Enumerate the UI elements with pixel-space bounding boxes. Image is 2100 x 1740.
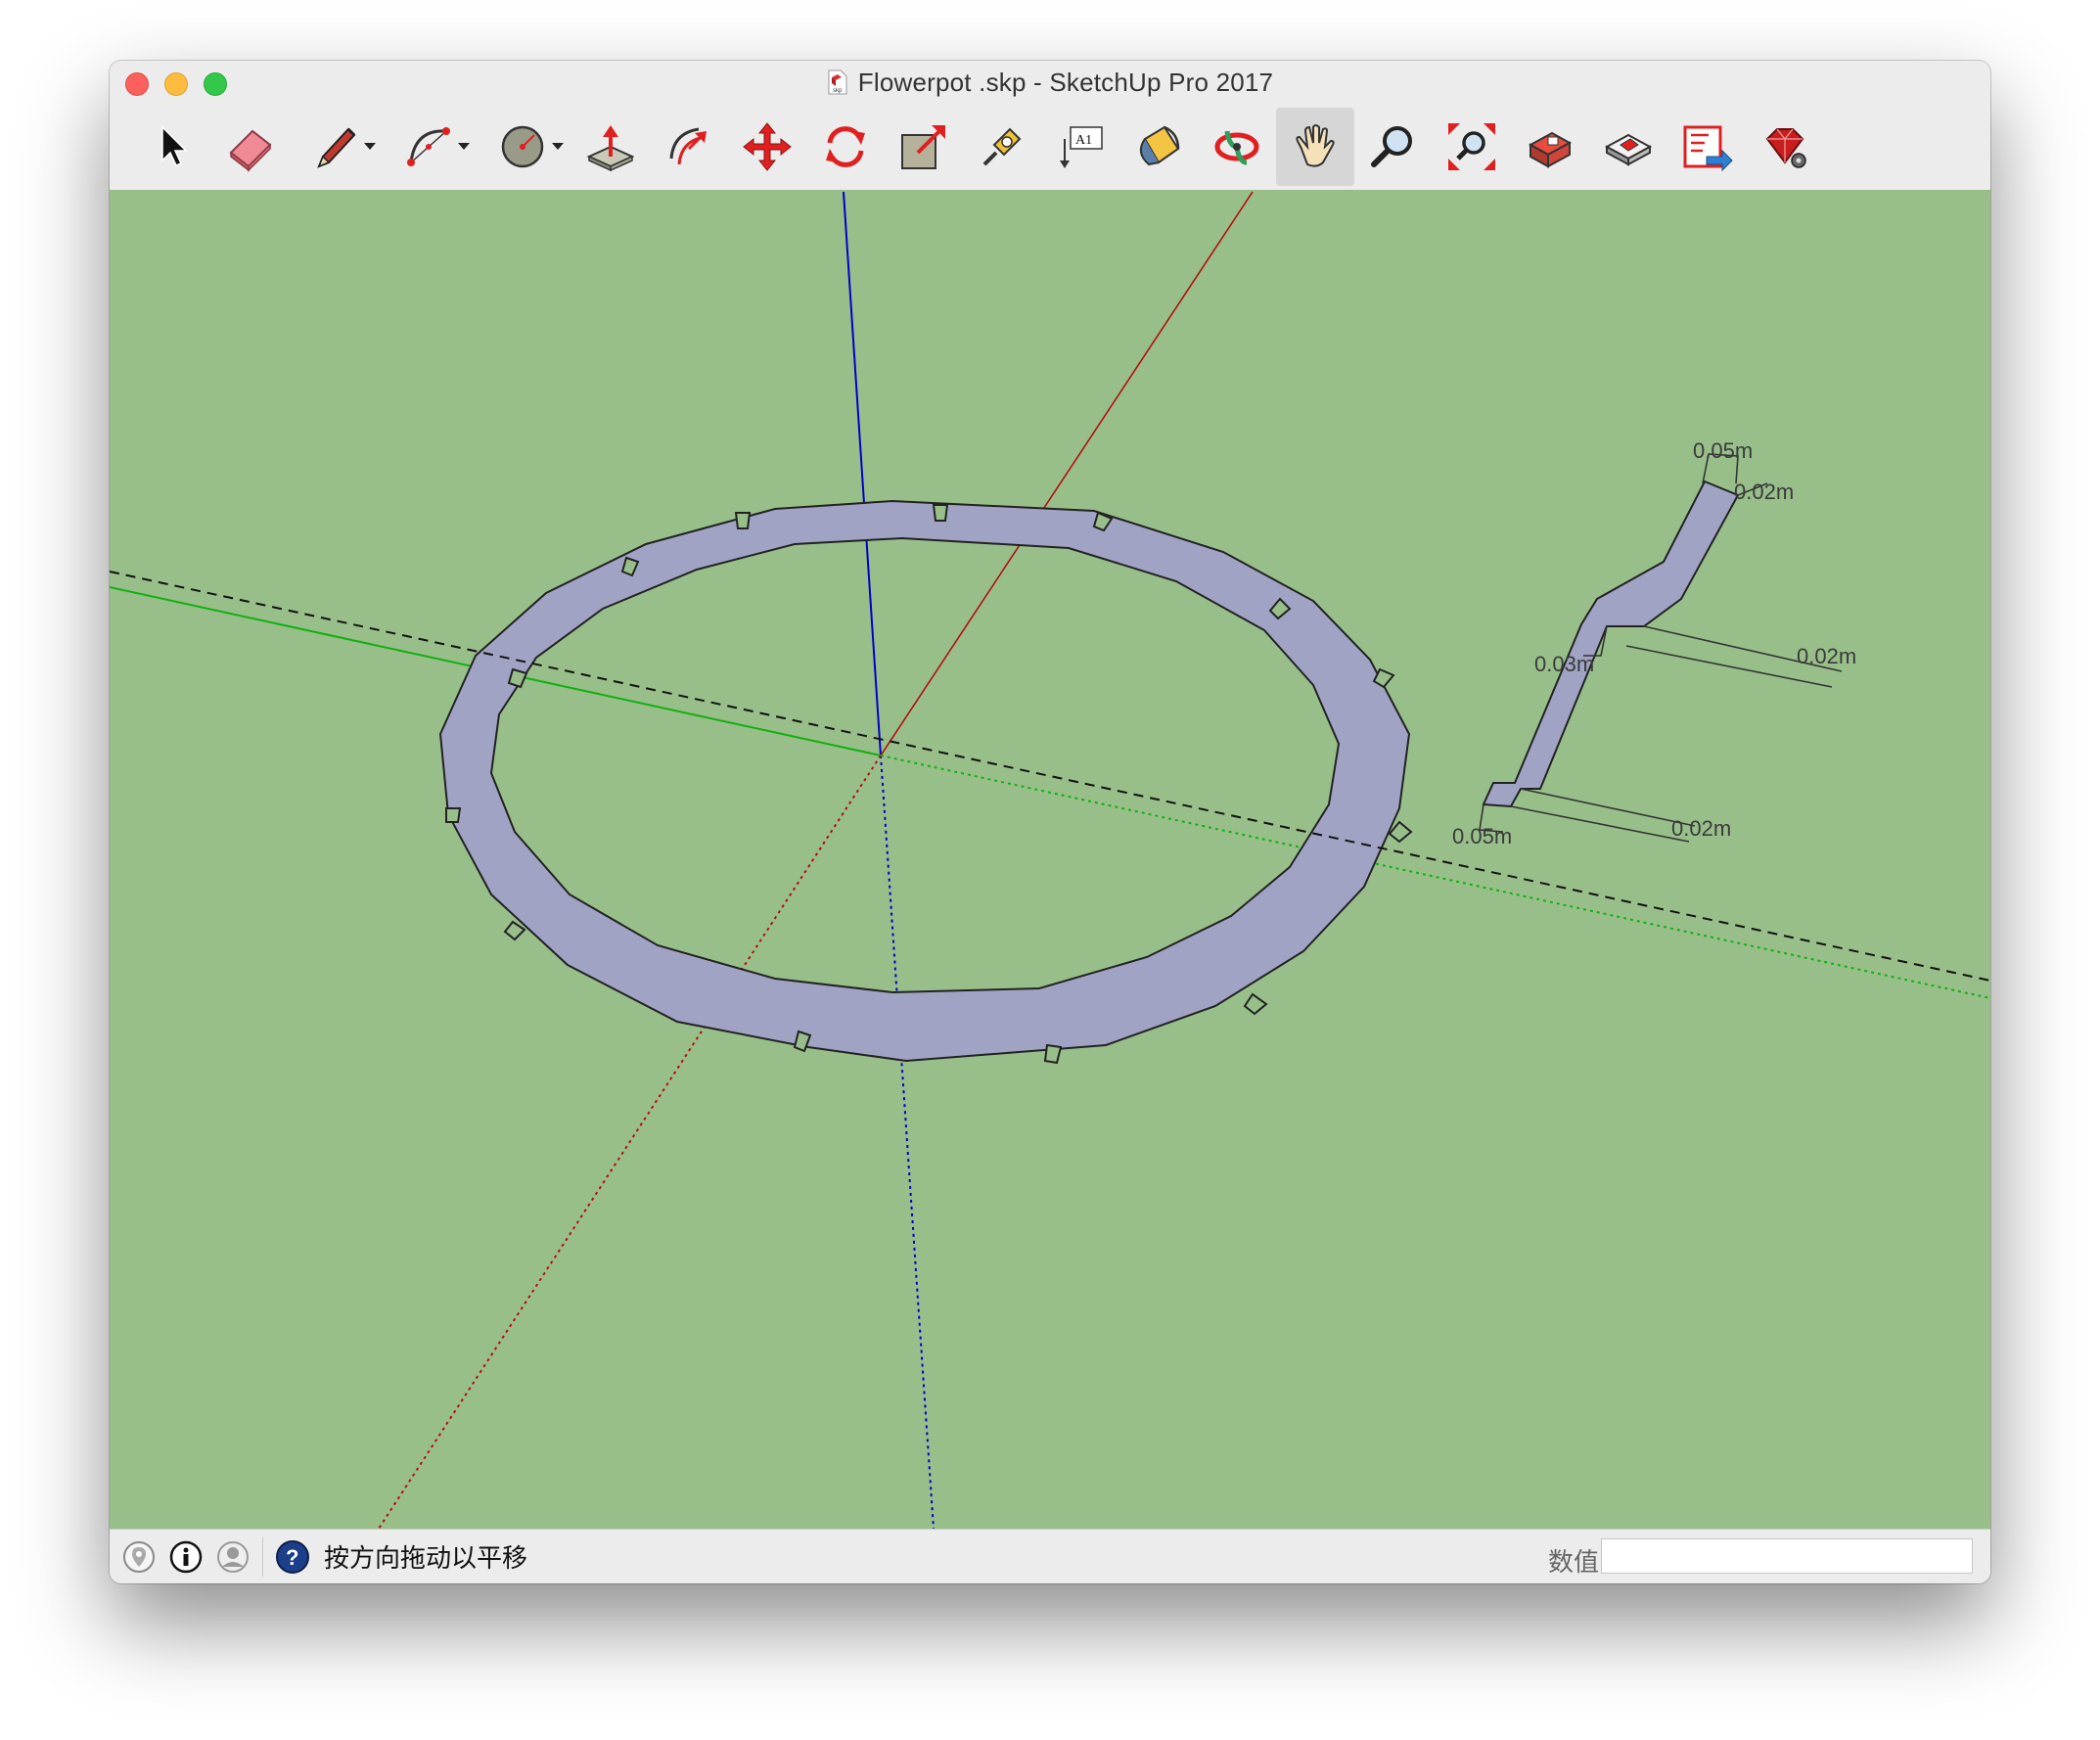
- blue-axis-negative: [880, 755, 935, 1529]
- flowerpot-profile-face[interactable]: [1482, 480, 1740, 808]
- guide-line: [110, 571, 1990, 982]
- measurements-input[interactable]: [1601, 1538, 1973, 1574]
- push-pull-tool-button[interactable]: [571, 108, 650, 186]
- arrow-cursor-icon: [161, 125, 188, 166]
- modeling-viewport[interactable]: 0.05m 0.02m 0.03m 0.02m 0.05m 0.02m: [110, 190, 1990, 1529]
- dimension-label: 0.02m: [1671, 816, 1732, 841]
- arc-tool-button[interactable]: [384, 108, 478, 186]
- dimension-label: 0.02m: [1797, 644, 1857, 668]
- move-icon: [743, 122, 792, 171]
- info-icon: [169, 1540, 203, 1573]
- window-title-group: skp Flowerpot .skp - SketchUp Pro 2017: [827, 68, 1273, 98]
- help-icon: ?: [276, 1539, 309, 1574]
- offset-tool-button[interactable]: [650, 108, 728, 186]
- move-tool-button[interactable]: [728, 108, 806, 186]
- scale-icon: [901, 125, 945, 169]
- tape-measure-icon: [982, 127, 1022, 166]
- share-model-tool-button[interactable]: [1589, 108, 1667, 186]
- text-tool-button[interactable]: A1: [1041, 108, 1119, 186]
- main-toolbar: A1: [110, 104, 1990, 190]
- svg-text:skp: skp: [833, 88, 843, 94]
- paint-bucket-tool-button[interactable]: [1119, 108, 1198, 186]
- push-pull-icon: [586, 125, 635, 172]
- offset-icon: [669, 127, 707, 165]
- share-model-icon: [1604, 133, 1653, 166]
- status-hint: 按方向拖动以平移: [324, 1543, 528, 1573]
- ruby-gem-icon: [1765, 128, 1806, 168]
- user-avatar-icon: [217, 1540, 249, 1573]
- app-window: skp Flowerpot .skp - SketchUp Pro 2017 A…: [110, 61, 1990, 1583]
- geolocation-status-button[interactable]: [121, 1539, 157, 1575]
- model-info-button[interactable]: [168, 1539, 204, 1575]
- scale-tool-button[interactable]: [885, 108, 963, 186]
- select-tool-button[interactable]: [133, 108, 211, 186]
- location-pin-icon: [123, 1540, 155, 1573]
- send-to-layout-tool-button[interactable]: [1667, 108, 1746, 186]
- arc-icon: [407, 127, 450, 166]
- blue-axis-positive: [843, 191, 882, 756]
- zoom-tool-button[interactable]: [1354, 108, 1433, 186]
- green-axis-negative: [880, 755, 1990, 999]
- zoom-extents-icon: [1448, 123, 1495, 170]
- eraser-icon: [229, 129, 272, 172]
- pencil-icon: [317, 127, 356, 168]
- dimension-label: 0.02m: [1734, 480, 1795, 504]
- extension-warehouse-tool-button[interactable]: [1746, 108, 1824, 186]
- circle-tool-dropdown-icon[interactable]: [552, 143, 564, 150]
- skp-document-icon: skp: [828, 69, 847, 95]
- measurements-label: 数值: [1547, 1547, 1599, 1577]
- minimize-window-button[interactable]: [164, 72, 188, 96]
- red-axis-negative: [378, 755, 882, 1529]
- orbit-tool-button[interactable]: [1198, 108, 1276, 186]
- status-divider: [262, 1536, 263, 1577]
- line-tool-dropdown-icon[interactable]: [364, 143, 376, 150]
- rotate-tool-button[interactable]: [806, 108, 885, 186]
- line-tool-button[interactable]: [290, 108, 384, 186]
- status-bar: ? 按方向拖动以平移 数值: [110, 1529, 1990, 1583]
- dimension-label: 0.05m: [1693, 438, 1754, 463]
- window-controls: [125, 72, 227, 96]
- instructor-help-button[interactable]: ?: [275, 1539, 310, 1575]
- layout-icon: [1683, 125, 1733, 172]
- orbit-icon: [1214, 130, 1259, 165]
- hand-icon: [1296, 124, 1335, 167]
- pan-tool-button[interactable]: [1276, 108, 1354, 186]
- warehouse-icon: [1528, 131, 1573, 168]
- model-scene[interactable]: [110, 190, 1990, 1529]
- paint-bucket-icon: [1139, 125, 1180, 166]
- rotate-icon: [826, 126, 865, 167]
- account-button[interactable]: [215, 1539, 251, 1575]
- close-window-button[interactable]: [125, 72, 149, 96]
- dimension-label: 0.03m: [1534, 652, 1595, 676]
- svg-text:?: ?: [286, 1545, 298, 1570]
- arc-tool-dropdown-icon[interactable]: [458, 143, 470, 150]
- zoom-window-button[interactable]: [204, 72, 227, 96]
- dimension-label: 0.05m: [1452, 824, 1513, 848]
- red-axis-positive: [880, 191, 1254, 756]
- circle-tool-button[interactable]: [478, 108, 571, 186]
- magnifier-icon: [1371, 126, 1412, 167]
- window-title: Flowerpot .skp - SketchUp Pro 2017: [857, 67, 1274, 97]
- zoom-extents-tool-button[interactable]: [1433, 108, 1511, 186]
- warehouse-tool-button[interactable]: [1511, 108, 1589, 186]
- flowerpot-ring-face[interactable]: [438, 499, 1411, 1063]
- tape-measure-tool-button[interactable]: [963, 108, 1041, 186]
- circle-icon: [501, 125, 544, 168]
- svg-text:A1: A1: [1075, 133, 1092, 148]
- text-icon: A1: [1060, 126, 1103, 168]
- eraser-tool-button[interactable]: [211, 108, 290, 186]
- title-bar: skp Flowerpot .skp - SketchUp Pro 2017: [110, 61, 1990, 104]
